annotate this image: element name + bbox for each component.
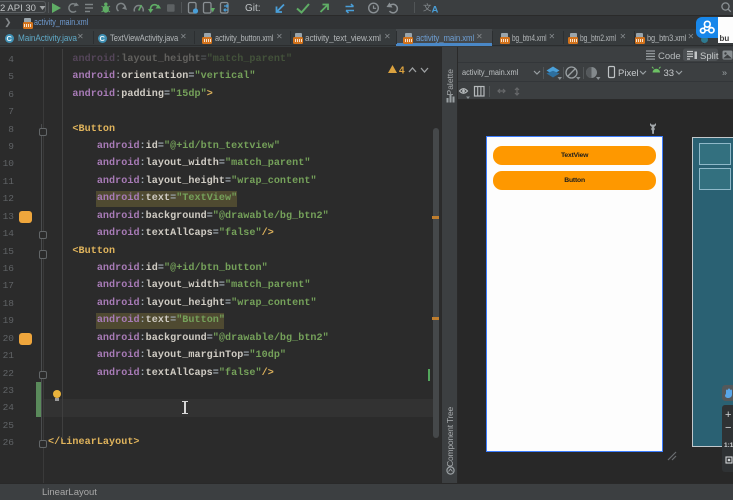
svg-text:A: A [432,5,439,16]
svg-text:Pixel: Pixel [618,68,639,79]
svg-text:4: 4 [399,65,405,76]
svg-text:»: » [722,67,727,77]
svg-text:33: 33 [664,68,675,79]
svg-text:Code: Code [658,51,681,62]
svg-text:2 API 30: 2 API 30 [0,3,36,14]
svg-text:Git:: Git: [245,3,261,14]
svg-text:Split: Split [700,51,719,62]
